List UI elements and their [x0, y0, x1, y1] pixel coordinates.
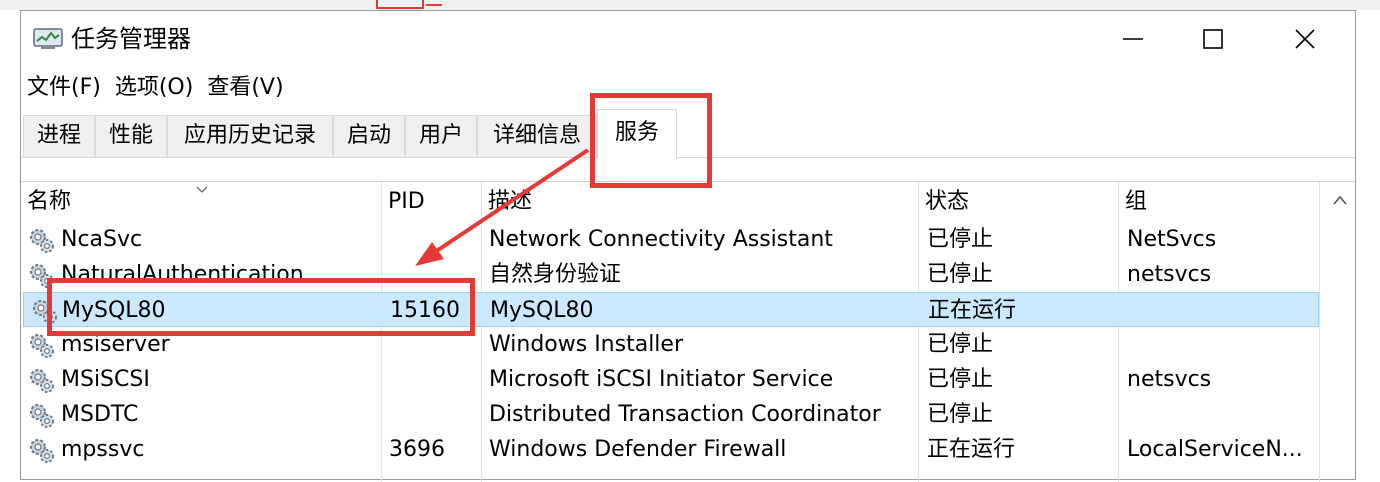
- annotation-arrow: [415, 148, 590, 266]
